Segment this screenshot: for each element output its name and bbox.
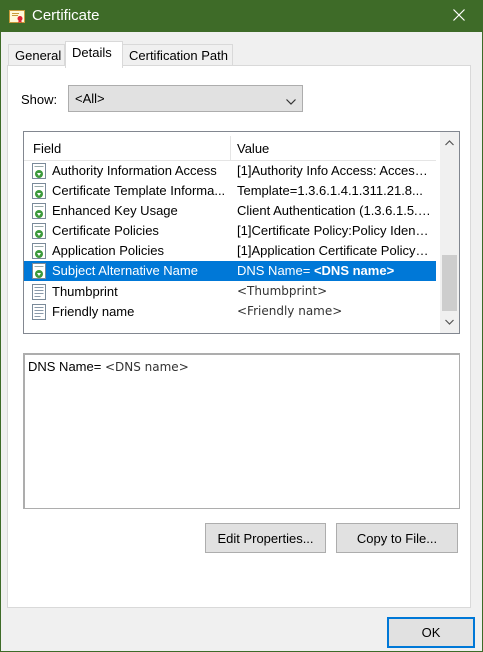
list-item[interactable]: Authority Information Access [1]Authorit… — [24, 161, 436, 181]
certificate-extension-icon — [31, 203, 48, 220]
field-value: [1]Authority Info Access: Access Method=… — [237, 163, 431, 178]
column-header-value[interactable]: Value — [237, 141, 269, 156]
field-name: Authority Information Access — [52, 163, 217, 178]
certificate-extension-icon — [31, 243, 48, 260]
detail-prefix: DNS Name= — [28, 359, 105, 374]
tab-label: Certification Path — [129, 48, 228, 63]
chevron-down-icon — [445, 319, 454, 325]
field-name: Application Policies — [52, 243, 165, 258]
certificate-extension-icon — [31, 223, 48, 240]
certificate-extension-icon — [31, 163, 48, 180]
tab-strip: General Details Certification Path — [1, 32, 482, 68]
list-item-selected[interactable]: Subject Alternative Name DNS Name= <DNS … — [24, 261, 436, 281]
tab-certification-path[interactable]: Certification Path — [122, 44, 233, 66]
scroll-up-button[interactable] — [440, 134, 459, 152]
field-name: Certificate Template Informa... — [52, 183, 226, 198]
field-value: <Friendly name> — [237, 304, 343, 318]
field-name: Certificate Policies — [52, 223, 159, 238]
chevron-up-icon — [445, 140, 454, 146]
column-header-field[interactable]: Field — [33, 141, 61, 156]
list-item[interactable]: Certificate Policies [1]Certificate Poli… — [24, 221, 436, 241]
document-property-icon — [31, 304, 48, 321]
field-value: Client Authentication (1.3.6.1.5.5.7.3.2… — [237, 203, 431, 218]
certificate-dialog: Certificate General Details Certificatio… — [0, 0, 483, 652]
field-value: [1]Application Certificate Policy:Policy… — [237, 243, 431, 258]
window-title: Certificate — [32, 7, 100, 24]
show-dropdown[interactable]: <All> — [68, 85, 303, 112]
field-value-placeholder: <DNS name> — [313, 263, 395, 278]
show-dropdown-value: <All> — [75, 91, 105, 106]
field-name: Friendly name — [52, 304, 135, 319]
scroll-down-button[interactable] — [440, 313, 459, 331]
document-property-icon — [31, 284, 48, 301]
list-header: Field Value — [24, 132, 436, 161]
certificate-extension-icon — [31, 183, 48, 200]
certificate-extension-icon — [31, 263, 48, 280]
list-item[interactable]: Certificate Template Informa... Template… — [24, 181, 436, 201]
ok-button[interactable]: OK — [387, 617, 475, 648]
close-button[interactable] — [436, 1, 482, 32]
field-detail-textbox[interactable]: DNS Name= <DNS name> — [23, 353, 460, 509]
tab-label: Details — [72, 45, 112, 60]
tab-details[interactable]: Details — [65, 41, 123, 68]
field-value: [1]Certificate Policy:Policy Identifier — [237, 223, 431, 238]
certificate-icon — [9, 9, 25, 24]
field-value: <Thumbprint> — [237, 284, 328, 298]
field-name: Thumbprint — [52, 284, 118, 299]
column-divider[interactable] — [230, 136, 231, 160]
list-item[interactable]: Application Policies [1]Application Cert… — [24, 241, 436, 261]
scroll-thumb[interactable] — [442, 255, 457, 311]
fields-list[interactable]: Field Value Authority Information Access… — [23, 131, 460, 334]
list-item[interactable]: Thumbprint <Thumbprint> — [24, 282, 436, 302]
field-value: Template=1.3.6.1.4.1.311.21.8... — [237, 183, 423, 198]
close-icon — [453, 9, 465, 24]
field-value-prefix: DNS Name= — [237, 263, 314, 278]
copy-to-file-button[interactable]: Copy to File... — [336, 523, 458, 553]
chevron-down-icon — [286, 94, 296, 105]
list-item[interactable]: Friendly name <Friendly name> — [24, 302, 436, 322]
tab-general[interactable]: General — [8, 44, 65, 66]
field-name: Subject Alternative Name — [52, 263, 198, 278]
detail-value: <DNS name> — [104, 360, 189, 374]
tab-label: General — [15, 48, 62, 63]
edit-properties-button[interactable]: Edit Properties... — [205, 523, 326, 553]
title-bar: Certificate — [1, 1, 482, 32]
vertical-scrollbar[interactable] — [440, 132, 459, 333]
list-item[interactable]: Enhanced Key Usage Client Authentication… — [24, 201, 436, 221]
details-panel: Show: <All> Field Value Authority Inform… — [7, 65, 471, 608]
field-value: DNS Name= <DNS name> — [237, 263, 431, 278]
field-name: Enhanced Key Usage — [52, 203, 178, 218]
detail-text: DNS Name= <DNS name> — [28, 359, 189, 374]
show-label: Show: — [21, 92, 58, 107]
